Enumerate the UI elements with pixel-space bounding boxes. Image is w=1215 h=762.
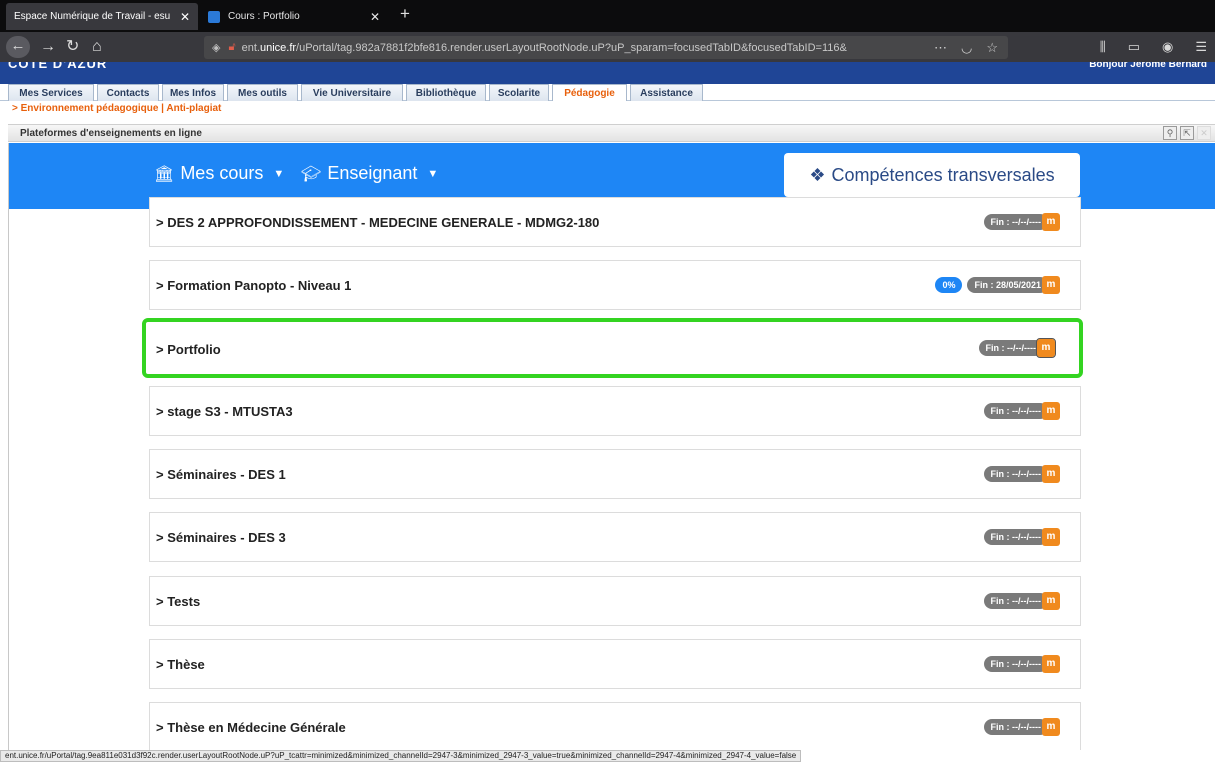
course-row[interactable]: > Séminaires - DES 3 Fin : --/--/---- m <box>149 512 1081 562</box>
graduation-cap-icon: 🎓︎ <box>301 165 322 183</box>
end-date-badge: Fin : --/--/---- <box>983 214 1048 230</box>
course-row[interactable]: > Tests Fin : --/--/---- m <box>149 576 1081 626</box>
insecure-lock-icon[interactable]: 🔓︎ <box>228 41 235 54</box>
channel-title: Plateformes d'enseignements en ligne <box>20 128 202 139</box>
competences-button[interactable]: ❖ Compétences transversales <box>784 153 1080 197</box>
library-icon[interactable]: ⫼ <box>1100 39 1106 55</box>
course-name[interactable]: > DES 2 APPROFONDISSEMENT - MEDECINE GEN… <box>156 215 599 230</box>
menu-icon[interactable]: ☰ <box>1195 39 1207 55</box>
institution-icon: 🏛︎ <box>154 165 175 183</box>
url-bar[interactable]: ◈ 🔓︎ ent.unice.fr/uPortal/tag.982a7881f2… <box>204 36 1008 59</box>
home-icon[interactable]: ⌂ <box>92 37 102 57</box>
competences-label: Compétences transversales <box>831 164 1055 185</box>
tab-pedagogie[interactable]: Pédagogie <box>552 84 627 101</box>
tab-mes-services[interactable]: Mes Services <box>8 84 94 101</box>
course-row[interactable]: > Thèse en Médecine Générale Fin : --/--… <box>149 702 1081 750</box>
course-name[interactable]: > Portfolio <box>156 342 221 357</box>
close-icon[interactable]: ✕ <box>1197 126 1211 140</box>
moodle-icon[interactable]: m <box>1042 465 1060 483</box>
tab-vie-universitaire[interactable]: Vie Universitaire <box>301 84 403 101</box>
new-tab-icon[interactable]: + <box>400 4 410 24</box>
more-icon[interactable]: ⋯ <box>934 40 947 56</box>
enseignant-label: Enseignant <box>327 163 418 183</box>
caret-down-icon: ▼ <box>273 167 285 180</box>
end-date-badge: Fin : --/--/---- <box>983 593 1048 609</box>
moodle-frame: 🏛︎ Mes cours ▼ 🎓︎ Enseignant ▼ ❖ Compéte… <box>8 143 1215 750</box>
portal-logo: CÔTE D'AZUR <box>8 62 108 71</box>
tab-mes-infos[interactable]: Mes Infos <box>162 84 224 101</box>
end-date-badge: Fin : --/--/---- <box>983 403 1048 419</box>
course-name[interactable]: > Tests <box>156 594 200 609</box>
forward-icon[interactable]: → <box>40 37 56 57</box>
url-text: ent.unice.fr/uPortal/tag.982a7881f2bfe81… <box>241 41 847 54</box>
moodle-icon[interactable]: m <box>1042 528 1060 546</box>
course-row[interactable]: > Formation Panopto - Niveau 1 0% Fin : … <box>149 260 1081 310</box>
pocket-icon[interactable]: ◡ <box>961 40 972 56</box>
course-name[interactable]: > Thèse <box>156 657 205 672</box>
sidebar-icon[interactable]: ▭ <box>1128 39 1140 55</box>
progress-badge: 0% <box>935 277 963 293</box>
user-greeting: Bonjour Jérôme Bernard <box>1089 62 1207 70</box>
bookmark-star-icon[interactable]: ☆ <box>986 40 998 56</box>
close-icon[interactable]: ✕ <box>370 10 380 24</box>
end-date-badge: Fin : 28/05/2021 <box>967 277 1048 293</box>
moodle-icon[interactable]: m <box>1042 276 1060 294</box>
tab-bibliotheque[interactable]: Bibliothèque <box>406 84 486 101</box>
back-icon[interactable]: ← <box>6 36 30 58</box>
reload-icon[interactable]: ↻ <box>66 37 79 57</box>
end-date-badge: Fin : --/--/---- <box>978 340 1043 356</box>
moodle-icon[interactable]: m <box>1036 338 1056 358</box>
browser-tab-portfolio[interactable]: Cours : Portfolio ✕ <box>200 3 388 30</box>
shield-icon: ◈ <box>212 42 221 54</box>
browser-tab-title: Cours : Portfolio <box>228 11 300 22</box>
course-name[interactable]: > Séminaires - DES 1 <box>156 467 286 482</box>
end-date-badge: Fin : --/--/---- <box>983 719 1048 735</box>
detach-icon[interactable]: ⇱ <box>1180 126 1194 140</box>
tab-mes-outils[interactable]: Mes outils <box>227 84 298 101</box>
course-row[interactable]: > DES 2 APPROFONDISSEMENT - MEDECINE GEN… <box>149 197 1081 247</box>
course-row[interactable]: > Séminaires - DES 1 Fin : --/--/---- m <box>149 449 1081 499</box>
portal-header: CÔTE D'AZUR Bonjour Jérôme Bernard <box>0 62 1215 84</box>
course-name[interactable]: > stage S3 - MTUSTA3 <box>156 404 293 419</box>
account-icon[interactable]: ◉ <box>1162 39 1173 55</box>
close-icon[interactable]: ✕ <box>180 10 190 24</box>
course-name[interactable]: > Thèse en Médecine Générale <box>156 720 346 735</box>
enseignant-dropdown[interactable]: 🎓︎ Enseignant ▼ <box>301 163 438 184</box>
tab-assistance[interactable]: Assistance <box>630 84 703 101</box>
tab-contacts[interactable]: Contacts <box>97 84 159 101</box>
status-bar-url: ent.unice.fr/uPortal/tag.9ea811e031d3f92… <box>0 750 802 762</box>
moodle-icon[interactable]: m <box>1042 213 1060 231</box>
moodle-icon[interactable]: m <box>1042 402 1060 420</box>
browser-tab-title: Espace Numérique de Travail - esu <box>14 11 171 22</box>
moodle-icon[interactable]: m <box>1042 655 1060 673</box>
end-date-badge: Fin : --/--/---- <box>983 466 1048 482</box>
mes-cours-label: Mes cours <box>180 163 264 183</box>
portal-main-tabs: Mes Services Contacts Mes Infos Mes outi… <box>0 84 1215 101</box>
course-name[interactable]: > Formation Panopto - Niveau 1 <box>156 278 351 293</box>
browser-tab-bar: Espace Numérique de Travail - esu ✕ Cour… <box>0 0 1215 32</box>
moodle-icon[interactable]: m <box>1042 592 1060 610</box>
tab-scolarite[interactable]: Scolarite <box>489 84 549 101</box>
zoom-icon[interactable]: ⚲ <box>1163 126 1177 140</box>
browser-tab-ent[interactable]: Espace Numérique de Travail - esu ✕ <box>6 3 198 30</box>
caret-down-icon: ▼ <box>427 167 439 180</box>
course-row-highlighted[interactable]: > Portfolio Fin : --/--/---- m <box>142 318 1083 378</box>
course-row[interactable]: > stage S3 - MTUSTA3 Fin : --/--/---- m <box>149 386 1081 436</box>
mes-cours-dropdown[interactable]: 🏛︎ Mes cours ▼ <box>154 163 284 184</box>
end-date-badge: Fin : --/--/---- <box>983 529 1048 545</box>
channel-title-bar: Plateformes d'enseignements en ligne ⚲ ⇱… <box>8 124 1215 142</box>
cubes-icon: ❖ <box>809 164 826 185</box>
course-name[interactable]: > Séminaires - DES 3 <box>156 530 286 545</box>
end-date-badge: Fin : --/--/---- <box>983 656 1048 672</box>
moodle-icon[interactable]: m <box>1042 718 1060 736</box>
portal-subnav[interactable]: > Environnement pédagogique | Anti-plagi… <box>12 103 221 114</box>
browser-nav-bar: ← → ↻ ⌂ ◈ 🔓︎ ent.unice.fr/uPortal/tag.98… <box>0 32 1215 62</box>
moodle-favicon-icon <box>208 10 220 23</box>
course-row[interactable]: > Thèse Fin : --/--/---- m <box>149 639 1081 689</box>
